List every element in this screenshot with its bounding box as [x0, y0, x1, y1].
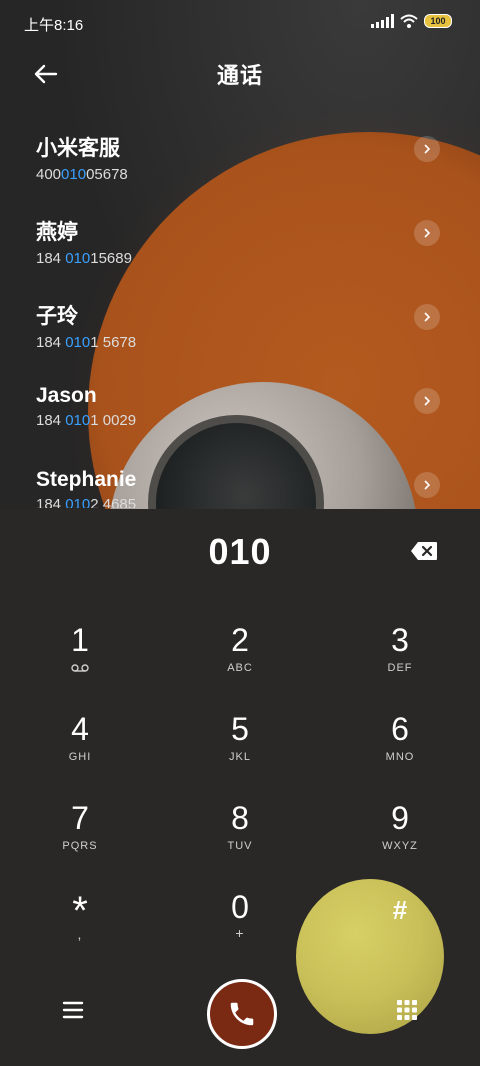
- chevron-right-icon[interactable]: [414, 304, 440, 330]
- key-0[interactable]: 0 +: [185, 889, 295, 959]
- status-icons: 100: [371, 14, 452, 28]
- contact-number: 184 0101 0029: [36, 412, 137, 429]
- backspace-icon[interactable]: [410, 541, 438, 561]
- contact-name: 子玲: [36, 305, 78, 328]
- contact-item[interactable]: 燕婷 184 01015689: [36, 216, 446, 276]
- key-hash[interactable]: #: [345, 892, 455, 962]
- key-8[interactable]: 8 TUV: [185, 800, 295, 870]
- contact-name: 燕婷: [36, 221, 78, 244]
- wifi-icon: [400, 14, 418, 28]
- key-7[interactable]: 7 PQRS: [25, 800, 135, 870]
- contact-item[interactable]: 子玲 184 0101 5678: [36, 300, 446, 360]
- contact-number: 184 0101 5678: [36, 334, 137, 351]
- contact-item[interactable]: Jason 184 0101 0029: [36, 384, 446, 444]
- signal-icon: [371, 14, 394, 28]
- key-4[interactable]: 4 GHI: [25, 711, 135, 781]
- chevron-right-icon[interactable]: [414, 136, 440, 162]
- contact-number: 184 0102 4685: [36, 496, 137, 508]
- call-button[interactable]: [207, 979, 277, 1049]
- contact-item[interactable]: 小米客服 40001005678: [36, 132, 446, 192]
- contact-item[interactable]: Stephanie 184 0102 4685: [36, 468, 446, 508]
- key-star[interactable]: * ,: [25, 891, 135, 962]
- dialed-number[interactable]: 010: [0, 531, 480, 573]
- chevron-right-icon[interactable]: [414, 388, 440, 414]
- header: 通话: [0, 52, 480, 96]
- chevron-right-icon[interactable]: [414, 472, 440, 498]
- contact-number: 184 01015689: [36, 250, 132, 267]
- contact-name: Stephanie: [36, 468, 137, 491]
- key-2[interactable]: 2 ABC: [185, 622, 295, 692]
- dialpad-icon[interactable]: [396, 999, 418, 1021]
- status-time: 上午8:16: [24, 17, 84, 34]
- phone-icon: [230, 1002, 254, 1026]
- key-3[interactable]: 3 DEF: [345, 622, 455, 692]
- key-1[interactable]: 1: [25, 622, 135, 692]
- key-5[interactable]: 5 JKL: [185, 711, 295, 781]
- contact-name: 小米客服: [36, 137, 120, 160]
- page-title: 通话: [216, 63, 263, 88]
- status-bar: 上午8:16 100: [0, 0, 480, 44]
- battery-icon: 100: [424, 14, 452, 28]
- contact-number: 40001005678: [36, 166, 128, 183]
- menu-icon[interactable]: [62, 1000, 84, 1020]
- chevron-right-icon[interactable]: [414, 220, 440, 246]
- contact-name: Jason: [36, 384, 97, 407]
- key-6[interactable]: 6 MNO: [345, 711, 455, 781]
- key-9[interactable]: 9 WXYZ: [345, 800, 455, 870]
- voicemail-icon: [71, 664, 89, 672]
